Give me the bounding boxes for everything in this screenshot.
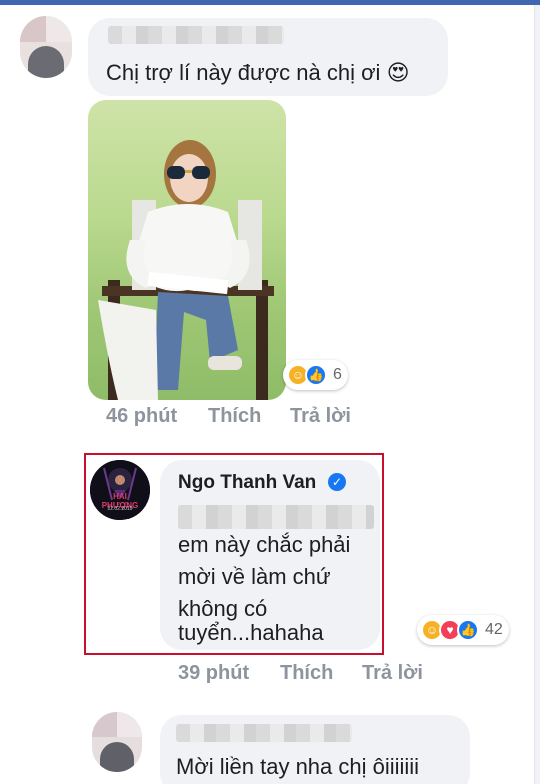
comment-time[interactable]: 46 phút xyxy=(106,405,177,428)
top-border xyxy=(0,0,540,5)
comment-text-content: Chị trợ lí này được nà chị ơi xyxy=(106,60,381,85)
scrollbar[interactable] xyxy=(534,5,540,784)
comment-photo[interactable] xyxy=(88,100,286,400)
like-button[interactable]: Thích xyxy=(280,662,333,685)
comment-line: tuyển...hahaha xyxy=(178,620,324,645)
reply-button[interactable]: Trả lời xyxy=(362,662,423,685)
comment-line: mời về làm chứ xyxy=(178,564,331,589)
reaction-count: 6 xyxy=(333,366,342,383)
like-reaction-icon: 👍 xyxy=(305,364,327,386)
avatar[interactable] xyxy=(20,16,72,78)
author-name[interactable]: Ngo Thanh Van xyxy=(178,472,316,494)
author-name-blurred[interactable] xyxy=(176,724,352,742)
heart-eyes-emoji-icon: 😍 xyxy=(386,60,410,85)
like-reaction-icon: 👍 xyxy=(457,619,479,641)
verified-badge-icon: ✓ xyxy=(328,473,346,491)
like-button[interactable]: Thích xyxy=(208,405,261,428)
comment-text: Chị trợ lí này được nà chị ơi 😍 xyxy=(106,58,410,88)
reaction-count: 42 xyxy=(485,621,503,638)
author-name-blurred[interactable] xyxy=(108,26,284,44)
avatar[interactable]: HAI PHƯỢNG 22.02.2019 xyxy=(90,460,150,520)
comment-reactions[interactable]: ☺ ♥ 👍 42 xyxy=(417,615,509,645)
avatar[interactable] xyxy=(92,712,142,772)
comment-reactions[interactable]: ☺ 👍 6 xyxy=(283,360,348,390)
comment-time[interactable]: 39 phút xyxy=(178,662,249,685)
comment-line: em này chắc phải xyxy=(178,532,351,557)
mention-blurred[interactable] xyxy=(178,505,374,529)
photo-illustration xyxy=(98,140,274,400)
reply-button[interactable]: Trả lời xyxy=(290,405,351,428)
poster-date: 22.02.2019 xyxy=(107,506,133,512)
comment-text: Mời liền tay nha chị ôiiiiiii xyxy=(176,754,420,779)
